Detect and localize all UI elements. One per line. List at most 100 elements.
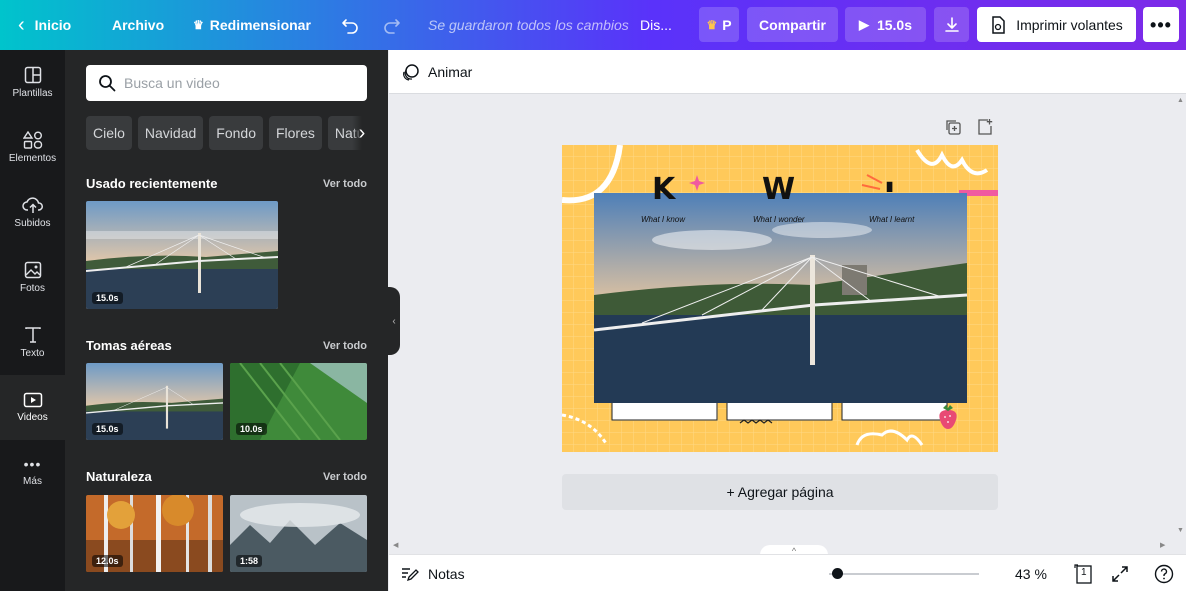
scroll-left-arrow-icon: ◀ <box>393 542 399 549</box>
elements-icon <box>22 131 42 149</box>
templates-icon <box>24 66 41 84</box>
zoom-slider-knob[interactable] <box>832 568 844 579</box>
kwl-letter-k[interactable]: K <box>652 172 675 207</box>
print-flyers-label: Imprimir volantes <box>1016 16 1123 33</box>
pro-label: P <box>722 16 732 33</box>
video-thumbnail[interactable]: 1:58 <box>230 495 367 572</box>
video-duration: 15.0s <box>92 292 123 304</box>
play-icon: ▶ <box>858 16 869 32</box>
back-home-button[interactable]: ‹ Inicio <box>18 0 71 50</box>
back-home-label: Inicio <box>34 17 72 33</box>
strawberry-sticker[interactable] <box>937 402 959 435</box>
pro-button[interactable]: ♛ P <box>699 7 739 42</box>
video-duration: 1:58 <box>236 555 263 567</box>
section-title: Naturaleza <box>86 469 152 484</box>
redo-button[interactable] <box>382 0 402 50</box>
rail-label: Plantillas <box>12 88 53 99</box>
chevron-left-icon: ‹ <box>18 13 25 36</box>
save-status: Se guardaron todos los cambios <box>428 17 629 33</box>
add-page-button-icon[interactable] <box>976 118 996 138</box>
duplicate-icon <box>946 120 961 135</box>
expand-icon <box>1112 566 1128 582</box>
photo-icon <box>24 261 41 279</box>
add-page-button[interactable]: + Agregar página <box>562 474 998 510</box>
see-all-link[interactable]: Ver todo <box>323 340 367 352</box>
more-options-button[interactable]: ••• <box>1143 7 1179 42</box>
add-page-icon <box>978 119 993 135</box>
kwl-letter-w[interactable]: W <box>762 172 795 207</box>
upload-cloud-icon <box>21 197 43 213</box>
video-thumbnail[interactable]: 15.0s <box>86 201 278 309</box>
rail-item-text[interactable]: Texto <box>0 310 65 375</box>
strawberry-icon <box>939 405 957 429</box>
left-rail: Plantillas Elementos Subidos Fotos Texto… <box>0 50 65 591</box>
notes-label: Notas <box>428 565 465 582</box>
video-duration: 12.0s <box>92 555 123 567</box>
chevron-right-icon: › <box>358 121 366 144</box>
undo-button[interactable] <box>340 0 360 50</box>
duplicate-page-button[interactable] <box>944 118 964 138</box>
editor-toolbar: Animar <box>389 50 1186 94</box>
scroll-right-arrow-icon: ▶ <box>1160 542 1166 549</box>
animate-button[interactable]: Animar <box>402 63 472 81</box>
rail-label: Fotos <box>19 283 45 294</box>
rail-label: Subidos <box>14 218 51 229</box>
help-button[interactable] <box>1153 563 1175 585</box>
rail-item-more[interactable]: ••• Más <box>0 440 65 505</box>
video-search-box[interactable] <box>86 65 367 101</box>
kwl-letter-l[interactable]: L <box>884 180 896 192</box>
crown-icon: ♛ <box>706 17 718 32</box>
play-duration: 15.0s <box>876 16 913 33</box>
chip-navidad[interactable]: Navidad <box>137 116 204 150</box>
notes-button[interactable]: Notas <box>401 555 465 591</box>
download-button[interactable] <box>934 7 969 42</box>
undo-icon <box>342 19 358 34</box>
collapse-panel-handle[interactable]: ‹ <box>388 287 400 355</box>
rail-item-elements[interactable]: Elementos <box>0 115 65 180</box>
file-menu-button[interactable]: Archivo <box>112 0 164 50</box>
rail-item-templates[interactable]: Plantillas <box>0 50 65 115</box>
help-icon <box>1154 564 1174 584</box>
print-document-icon <box>992 15 1005 34</box>
chips-next-button[interactable]: › <box>352 116 372 150</box>
rail-label: Texto <box>20 348 45 359</box>
caption-what-i-learnt[interactable]: What I learnt <box>869 215 914 224</box>
section-title: Usado recientemente <box>86 176 218 191</box>
video-thumbnail[interactable]: 10.0s <box>230 363 367 440</box>
caption-what-i-wonder[interactable]: What I wonder <box>753 215 805 224</box>
download-icon <box>944 16 959 32</box>
chip-fondo[interactable]: Fondo <box>209 116 263 150</box>
more-dots-icon: ••• <box>1150 14 1172 35</box>
kwl-letter-l-text: L <box>884 180 896 192</box>
chip-cielo[interactable]: Cielo <box>86 116 132 150</box>
resize-button[interactable]: ♛ Redimensionar <box>193 0 311 50</box>
video-search-input[interactable] <box>124 75 354 91</box>
page-count-button[interactable]: 1 <box>1073 563 1095 585</box>
print-flyers-button[interactable]: Imprimir volantes <box>977 7 1136 42</box>
rail-item-uploads[interactable]: Subidos <box>0 180 65 245</box>
video-thumbnail[interactable]: 15.0s <box>86 363 223 440</box>
caption-what-i-know[interactable]: What I know <box>641 215 685 224</box>
rail-item-photos[interactable]: Fotos <box>0 245 65 310</box>
video-duration: 10.0s <box>236 423 267 435</box>
vertical-scrollbar[interactable]: ▲ ▼ <box>1175 94 1186 540</box>
section-title: Tomas aéreas <box>86 338 172 353</box>
design-title[interactable]: Dis... <box>640 0 672 50</box>
fullscreen-button[interactable] <box>1109 563 1131 585</box>
rail-item-videos[interactable]: Videos <box>0 375 65 440</box>
rail-label: Elementos <box>8 153 57 164</box>
see-all-link[interactable]: Ver todo <box>323 471 367 483</box>
page-count: 1 <box>1081 567 1087 578</box>
file-menu-label: Archivo <box>112 17 165 33</box>
share-button[interactable]: Compartir <box>747 7 838 42</box>
video-thumbnail[interactable]: 12.0s <box>86 495 223 572</box>
video-icon <box>23 392 42 408</box>
see-all-link[interactable]: Ver todo <box>323 178 367 190</box>
zoom-slider-track[interactable] <box>829 573 979 575</box>
rail-label: Videos <box>17 412 48 423</box>
chevron-left-icon: ‹ <box>392 315 396 327</box>
play-button[interactable]: ▶ 15.0s <box>845 7 926 42</box>
zoom-level[interactable]: 43 % <box>1015 555 1047 591</box>
text-icon <box>24 327 41 343</box>
chip-flores[interactable]: Flores <box>268 116 322 150</box>
